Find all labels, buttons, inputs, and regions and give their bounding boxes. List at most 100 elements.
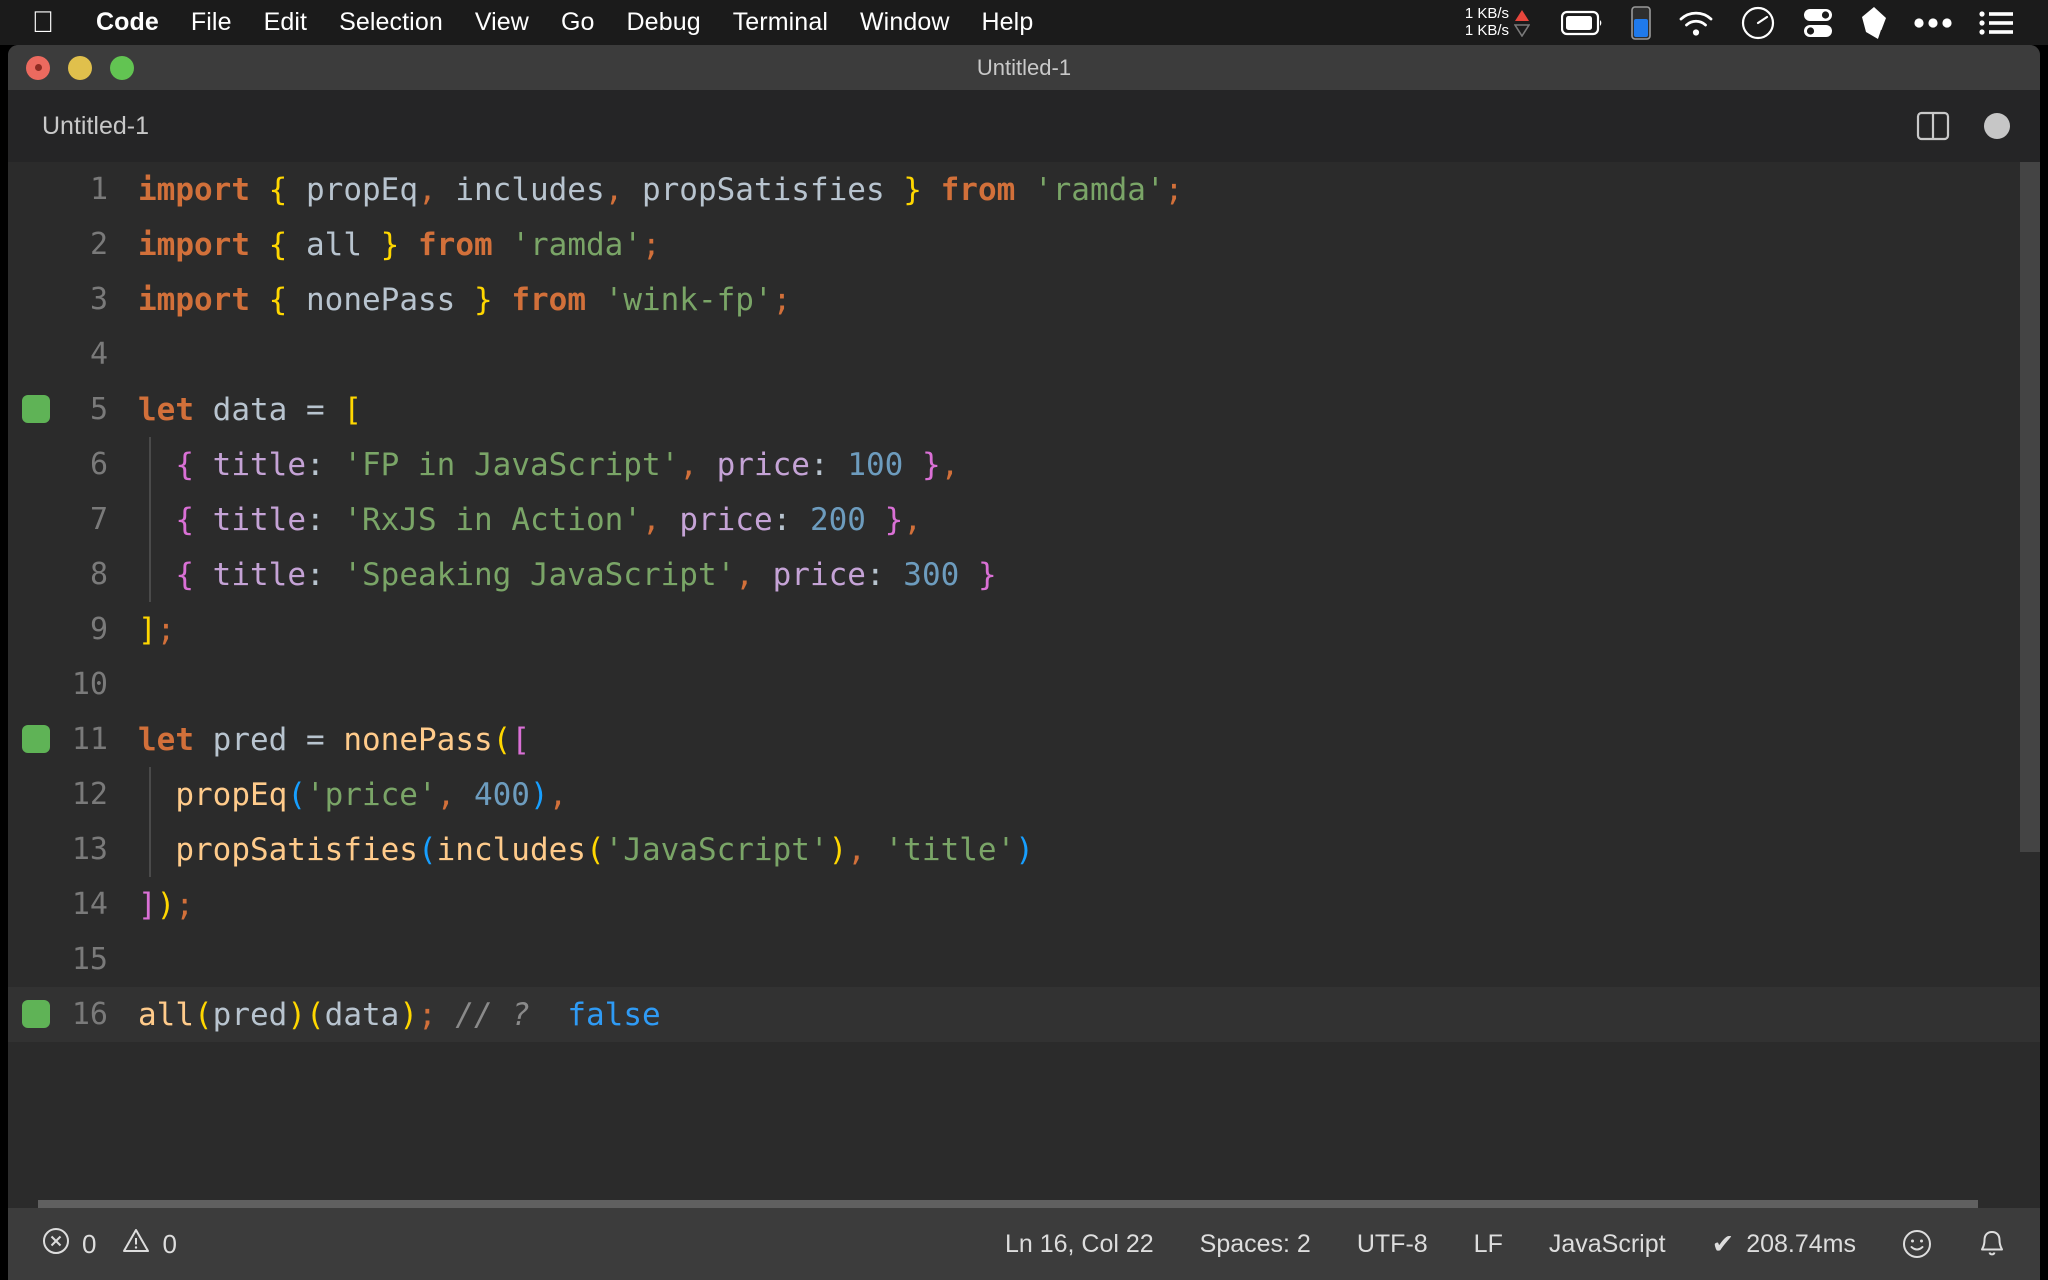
token-b3: ( [417, 831, 437, 868]
code-line-1[interactable]: 1 import { propEq, includes, propSatisfie… [8, 162, 2040, 217]
token-b1: ) [156, 886, 176, 923]
line-number: 14 [71, 887, 108, 922]
token-plain: pred [212, 721, 288, 758]
menu-item-file[interactable]: File [175, 0, 248, 45]
token-b3: ) [529, 776, 549, 813]
editor-horizontal-scrollbar[interactable] [38, 1200, 1978, 1208]
token-colon: : [772, 501, 792, 538]
code-line-2[interactable]: 2 import { all } from 'ramda'; [8, 217, 2040, 272]
status-bar-right: Ln 16, Col 22 Spaces: 2 UTF-8 LF JavaScr… [1005, 1229, 2040, 1260]
code-line-4[interactable]: 4 [8, 327, 2040, 382]
shard-icon[interactable] [1861, 6, 1887, 40]
editor-action-bar [1916, 109, 2040, 143]
code-text: propEq('price', 400), [138, 777, 567, 813]
eol-status[interactable]: LF [1474, 1230, 1503, 1259]
token-plain: pred [212, 996, 288, 1033]
code-line-10[interactable]: 10 [8, 657, 2040, 712]
quokka-status[interactable]: ✔ 208.74ms [1712, 1229, 1856, 1260]
wifi-icon[interactable] [1677, 9, 1715, 37]
menu-item-go[interactable]: Go [545, 0, 611, 45]
tab-untitled-1[interactable]: Untitled-1 [8, 90, 179, 162]
code-editor[interactable]: 1 import { propEq, includes, propSatisfie… [8, 162, 2040, 1208]
menu-item-window[interactable]: Window [844, 0, 966, 45]
toggles-icon[interactable] [1801, 6, 1835, 40]
code-line-15[interactable]: 15 [8, 932, 2040, 987]
network-speed-indicator[interactable]: 1 KB/s 1 KB/s [1464, 4, 1530, 40]
token-plain: = [306, 721, 325, 758]
menu-item-code[interactable]: Code [80, 0, 175, 45]
upload-speed: 1 KB/s [1464, 4, 1509, 22]
menu-item-selection[interactable]: Selection [323, 0, 459, 45]
split-editor-icon[interactable] [1916, 109, 1950, 143]
token-str: 'price' [305, 776, 437, 813]
cursor-position-status[interactable]: Ln 16, Col 22 [1005, 1230, 1154, 1259]
token-plain: nonePass [306, 281, 456, 318]
language-mode-status[interactable]: JavaScript [1549, 1230, 1666, 1259]
code-line-5[interactable]: 5 let data = [ [8, 382, 2040, 437]
problems-status[interactable]: 0 0 [42, 1227, 177, 1262]
menu-item-view[interactable]: View [459, 0, 545, 45]
ellipsis-icon[interactable] [1913, 17, 1953, 29]
token-kw: from [940, 171, 1016, 208]
code-line-11[interactable]: 11 let pred = nonePass([ [8, 712, 2040, 767]
token-b1: } [380, 226, 400, 263]
encoding-status[interactable]: UTF-8 [1357, 1230, 1428, 1259]
token-b1: ( [585, 831, 605, 868]
code-line-12[interactable]: 12 propEq('price', 400), [8, 767, 2040, 822]
maximize-button[interactable] [110, 55, 134, 80]
editor-vertical-scrollbar[interactable] [2020, 162, 2040, 1208]
menu-item-help[interactable]: Help [966, 0, 1050, 45]
code-line-16[interactable]: 16 all(pred)(data); // ? false [8, 987, 2040, 1042]
code-line-14[interactable]: 14]); [8, 877, 2040, 932]
minimize-button[interactable] [68, 55, 92, 80]
code-text: all(pred)(data); // ? false [138, 997, 661, 1033]
list-icon[interactable] [1979, 10, 2013, 36]
code-text: import { propEq, includes, propSatisfies… [138, 172, 1183, 208]
token-kw: from [511, 281, 586, 318]
token-punc: , [940, 446, 960, 483]
indent-guide [149, 437, 151, 492]
bell-icon[interactable] [1978, 1229, 2006, 1259]
quokka-coverage-marker [22, 725, 50, 753]
apple-logo-icon[interactable]:  [28, 6, 58, 40]
code-line-9[interactable]: 9]; [8, 602, 2040, 657]
editor-tab-bar: Untitled-1 [8, 90, 2040, 162]
menu-item-terminal[interactable]: Terminal [717, 0, 844, 45]
code-line-7[interactable]: 7 { title: 'RxJS in Action', price: 200 … [8, 492, 2040, 547]
tab-label: Untitled-1 [42, 111, 149, 140]
battery-level-icon[interactable] [1631, 5, 1651, 40]
token-num: 300 [903, 556, 960, 593]
code-line-13[interactable]: 13 propSatisfies(includes('JavaScript'),… [8, 822, 2040, 877]
unsaved-dot-icon[interactable] [1984, 113, 2010, 139]
scrollbar-thumb[interactable] [2020, 162, 2040, 852]
token-num: 200 [809, 501, 866, 538]
code-line-8[interactable]: 8 { title: 'Speaking JavaScript', price:… [8, 547, 2040, 602]
close-button[interactable] [26, 55, 50, 80]
menu-item-debug[interactable]: Debug [611, 0, 717, 45]
token-fn: all [138, 996, 194, 1033]
code-line-6[interactable]: 6 { title: 'FP in JavaScript', price: 10… [8, 437, 2040, 492]
battery-icon[interactable] [1561, 10, 1605, 36]
menu-item-edit[interactable]: Edit [248, 0, 323, 45]
token-b3: ( [287, 776, 306, 813]
macos-menu-bar:  CodeFileEditSelectionViewGoDebugTermin… [0, 0, 2048, 45]
code-line-3[interactable]: 3 import { nonePass } from 'wink-fp'; [8, 272, 2040, 327]
smiley-icon[interactable] [1902, 1229, 1932, 1259]
line-number: 6 [89, 447, 108, 482]
speedometer-icon[interactable] [1741, 6, 1775, 40]
indentation-status[interactable]: Spaces: 2 [1200, 1230, 1311, 1259]
